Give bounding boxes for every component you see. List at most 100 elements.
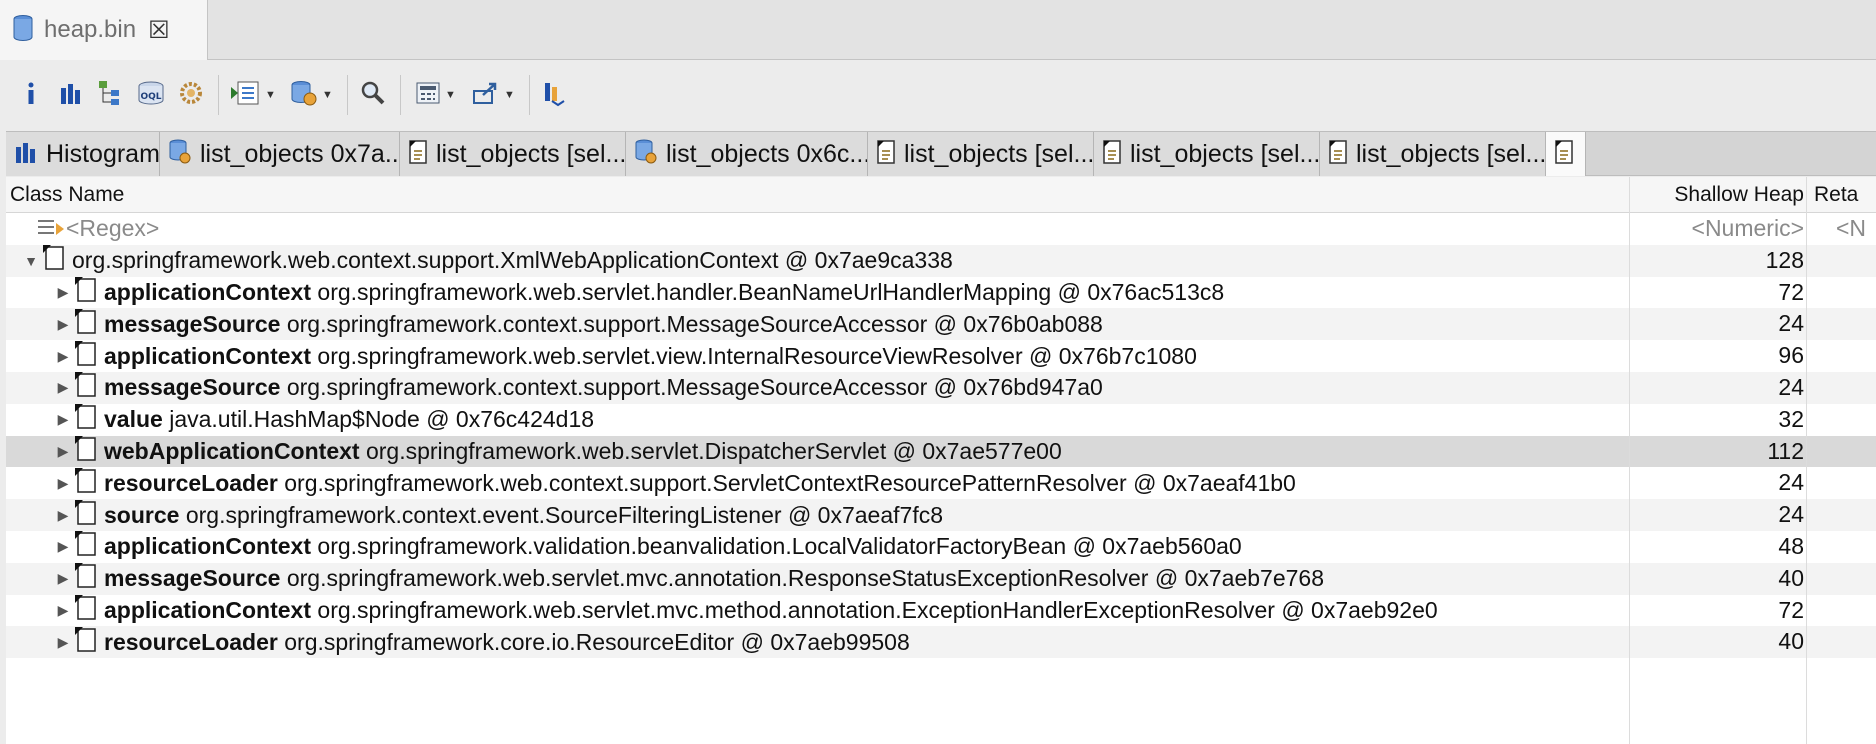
- shallow-heap-value: 48: [1778, 533, 1804, 559]
- shallow-heap-value: 24: [1778, 310, 1804, 337]
- table-row[interactable]: ▶ messageSource org.springframework.cont…: [6, 308, 1876, 341]
- object-icon: [72, 404, 98, 436]
- table-row[interactable]: ▶ applicationContext org.springframework…: [6, 340, 1876, 372]
- dropdown-arrow-icon[interactable]: ▼: [504, 89, 515, 101]
- toolbar-separator: [400, 75, 401, 115]
- field-name: value: [104, 406, 163, 433]
- field-name: webApplicationContext: [104, 437, 360, 464]
- column-header-retained-heap[interactable]: Reta: [1814, 177, 1876, 213]
- regex-filter-input[interactable]: <Regex>: [66, 215, 159, 242]
- close-icon[interactable]: ☒: [148, 16, 170, 45]
- table-row[interactable]: ▶ applicationContext org.springframework…: [6, 531, 1876, 563]
- object-type: org.springframework.context.support.Mess…: [286, 310, 1103, 337]
- object-icon: [72, 308, 98, 340]
- query-icon: [634, 138, 658, 171]
- table-row[interactable]: ▶ applicationContext org.springframework…: [6, 277, 1876, 309]
- query-browser-button[interactable]: ▼: [285, 75, 337, 115]
- collapsed-triangle-icon[interactable]: ▶: [54, 411, 72, 428]
- dominator-tree-button[interactable]: [94, 75, 128, 115]
- dropdown-arrow-icon[interactable]: ▼: [445, 89, 456, 101]
- info-button[interactable]: [14, 75, 48, 115]
- result-tab-label: list_objects [sel...: [904, 139, 1094, 168]
- toolbar-separator: [529, 75, 530, 115]
- object-icon: [72, 372, 98, 404]
- object-type: org.springframework.context.support.Mess…: [286, 374, 1103, 401]
- heap-analyzer-window: heap.bin ☒ OQL ▼ ▼ ▼ ▼ Histogram list_objects…: [0, 0, 1876, 744]
- collapsed-triangle-icon[interactable]: ▶: [54, 379, 72, 396]
- result-tab-3[interactable]: list_objects 0x6c...: [626, 132, 868, 176]
- retained-heap-filter-input[interactable]: <N: [1806, 213, 1876, 245]
- object-icon: [72, 340, 98, 372]
- result-tab-label: list_objects [sel...: [436, 139, 626, 168]
- expanded-triangle-icon[interactable]: ▼: [22, 253, 40, 269]
- object-type: java.util.HashMap$Node @ 0x76c424d18: [169, 406, 595, 433]
- run-report-icon: [230, 79, 262, 112]
- field-name: applicationContext: [104, 342, 312, 369]
- table-row[interactable]: ▶ applicationContext org.springframework…: [6, 595, 1876, 627]
- object-icon: [72, 277, 98, 309]
- object-icon: [72, 436, 98, 468]
- dominator-tree-icon: [97, 79, 125, 112]
- object-icon: [72, 499, 98, 531]
- object-list-icon: [1554, 139, 1574, 170]
- object-list-icon: [408, 139, 428, 170]
- root-object-name: org.springframework.web.context.support.…: [72, 247, 953, 274]
- collapsed-triangle-icon[interactable]: ▶: [54, 507, 72, 524]
- table-row[interactable]: ▶ webApplicationContext org.springframew…: [6, 435, 1876, 468]
- editor-tab-heap-bin[interactable]: heap.bin ☒: [0, 0, 208, 60]
- table-row[interactable]: ▶ messageSource org.springframework.web.…: [6, 562, 1876, 595]
- heap-dump-compare-button[interactable]: [538, 75, 572, 115]
- run-report-button[interactable]: ▼: [227, 75, 279, 115]
- result-tab-2[interactable]: list_objects [sel...: [400, 132, 626, 176]
- object-tree-table: Class Name Shallow Heap Reta <Regex> <Nu…: [6, 177, 1876, 744]
- thread-overview-button[interactable]: [174, 75, 208, 115]
- result-tab-label: list_objects 0x6c...: [666, 139, 868, 168]
- collapsed-triangle-icon[interactable]: ▶: [54, 475, 72, 492]
- dropdown-arrow-icon[interactable]: ▼: [265, 89, 276, 101]
- table-row[interactable]: ▶ source org.springframework.context.eve…: [6, 499, 1876, 531]
- shallow-heap-filter-input[interactable]: <Numeric>: [1636, 213, 1804, 245]
- object-icon: [40, 245, 66, 277]
- shallow-heap-value: 112: [1767, 437, 1804, 464]
- editor-tab-title: heap.bin: [44, 16, 137, 43]
- collapsed-triangle-icon[interactable]: ▶: [54, 284, 72, 301]
- collapsed-triangle-icon[interactable]: ▶: [54, 348, 72, 365]
- field-name: applicationContext: [104, 278, 312, 305]
- export-button[interactable]: ▼: [467, 75, 519, 115]
- collapsed-triangle-icon[interactable]: ▶: [54, 570, 72, 587]
- object-list-icon: [1102, 139, 1122, 170]
- collapsed-triangle-icon[interactable]: ▶: [54, 316, 72, 333]
- oql-icon: OQL: [136, 80, 166, 111]
- dropdown-arrow-icon[interactable]: ▼: [322, 89, 333, 101]
- query-icon: [168, 138, 192, 171]
- find-object-button[interactable]: [356, 75, 390, 115]
- field-name: messageSource: [104, 374, 281, 401]
- object-type: org.springframework.web.context.support.…: [284, 469, 1296, 496]
- oql-button[interactable]: OQL: [134, 75, 168, 115]
- result-tab-5[interactable]: list_objects [sel...: [1094, 132, 1320, 176]
- object-type: org.springframework.web.servlet.view.Int…: [317, 342, 1197, 369]
- collapsed-triangle-icon[interactable]: ▶: [54, 634, 72, 651]
- table-row[interactable]: ▶ value java.util.HashMap$Node @ 0x76c42…: [6, 404, 1876, 436]
- collapsed-triangle-icon[interactable]: ▶: [54, 443, 72, 460]
- column-header-shallow-heap[interactable]: Shallow Heap: [1636, 177, 1804, 213]
- result-tab-6[interactable]: list_objects [sel...: [1320, 132, 1546, 176]
- table-row[interactable]: ▶ messageSource org.springframework.cont…: [6, 372, 1876, 404]
- table-row[interactable]: ▶ resourceLoader org.springframework.web…: [6, 467, 1876, 499]
- svg-text:OQL: OQL: [140, 92, 161, 102]
- column-header-class-name[interactable]: Class Name: [10, 177, 1610, 213]
- calculator-button[interactable]: ▼: [409, 75, 461, 115]
- result-tab-1[interactable]: list_objects 0x7a...: [160, 132, 400, 176]
- histogram-button[interactable]: [54, 75, 88, 115]
- field-name: resourceLoader: [104, 469, 278, 496]
- collapsed-triangle-icon[interactable]: ▶: [54, 538, 72, 555]
- collapsed-triangle-icon[interactable]: ▶: [54, 602, 72, 619]
- result-tab-0[interactable]: Histogram: [6, 132, 160, 176]
- table-row-root[interactable]: ▼ org.springframework.web.context.suppor…: [6, 244, 1876, 277]
- table-row[interactable]: ▶ resourceLoader org.springframework.cor…: [6, 626, 1876, 659]
- toolbar-separator: [347, 75, 348, 115]
- result-tab-7[interactable]: [1546, 132, 1586, 176]
- table-header: Class Name Shallow Heap Reta: [6, 177, 1876, 213]
- result-tab-4[interactable]: list_objects [sel...: [868, 132, 1094, 176]
- shallow-heap-value: 128: [1765, 246, 1804, 273]
